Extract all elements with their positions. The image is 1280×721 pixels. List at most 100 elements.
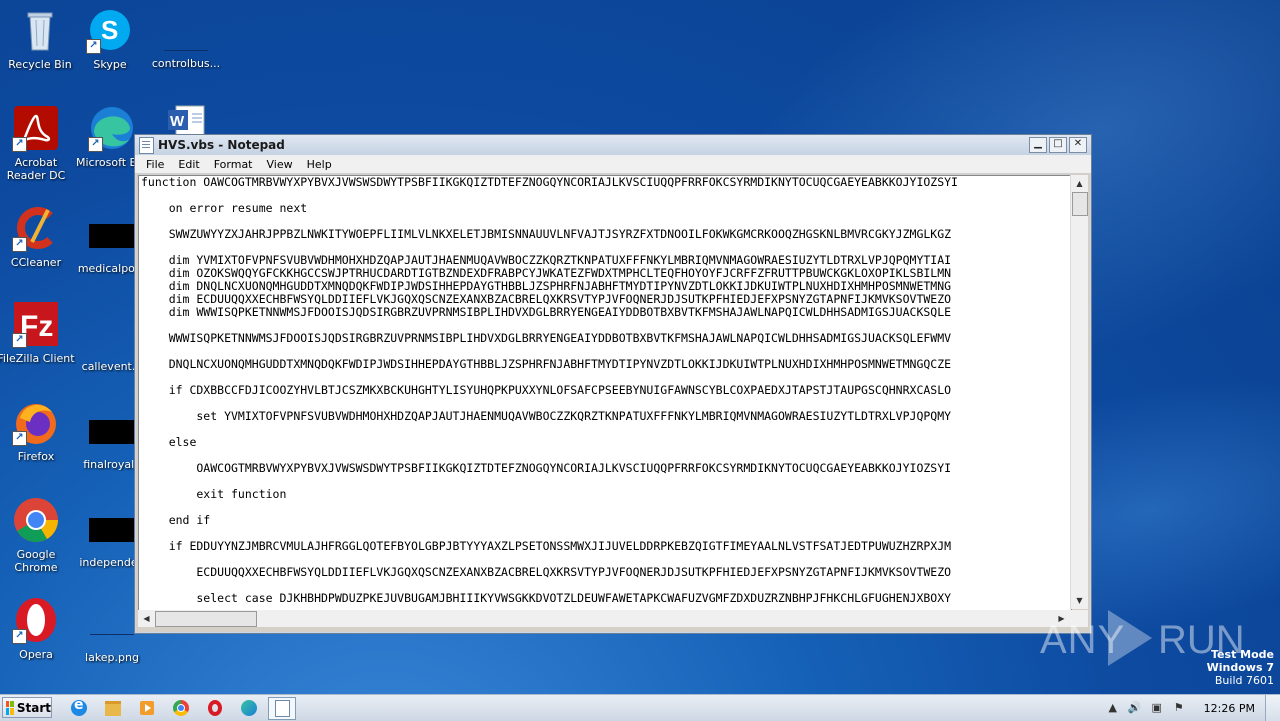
firefox-icon: ↗ — [12, 398, 60, 446]
desktop-icon-label: Acrobat Reader DC — [6, 156, 66, 182]
menu-bar: File Edit Format View Help — [135, 155, 1091, 174]
desktop-icon-label: Recycle Bin — [8, 58, 72, 71]
horizontal-scrollbar[interactable]: ◀ ▶ — [138, 610, 1070, 627]
desktop-icon-acrobat[interactable]: ↗ Acrobat Reader DC — [0, 104, 76, 182]
taskbar-media-player[interactable] — [136, 698, 158, 718]
test-mode-notice: Test Mode Windows 7 Build 7601 — [1207, 648, 1274, 687]
desktop-icon-label: FileZilla Client — [0, 352, 75, 365]
taskbar-notepad[interactable] — [268, 697, 296, 720]
redacted-file-icon — [89, 420, 135, 444]
media-player-icon — [140, 701, 154, 715]
scroll-thumb[interactable] — [155, 611, 257, 627]
menu-view[interactable]: View — [260, 158, 300, 171]
taskbar-edge[interactable] — [238, 698, 260, 718]
taskbar-chrome[interactable] — [170, 698, 192, 718]
scroll-left-icon[interactable]: ◀ — [138, 610, 155, 627]
test-mode-line: Windows 7 — [1206, 661, 1274, 674]
flag-icon[interactable]: ⚑ — [1172, 701, 1186, 715]
shortcut-arrow-icon: ↗ — [12, 629, 27, 644]
desktop-icon-filezilla[interactable]: Fz ↗ FileZilla Client — [0, 300, 76, 365]
desktop-icon-label: controlbus... — [151, 57, 221, 70]
skype-icon: S ↗ — [86, 6, 134, 54]
desktop-icon-ccleaner[interactable]: ↗ CCleaner — [0, 204, 76, 269]
network-icon[interactable]: ▣ — [1150, 701, 1164, 715]
code-line: dim WWWISQPKETNNWMSJFDOOISJQDSIRGBRZUVPR… — [141, 305, 952, 319]
start-button[interactable]: Start — [2, 697, 52, 718]
edge-icon: ↗ — [88, 104, 136, 152]
code-line: ECDUUQQXXECHBFWSYQLDDIIEFLVKJGQXQSCNZEXA… — [141, 565, 952, 579]
scroll-up-icon[interactable]: ▲ — [1071, 175, 1088, 192]
code-line: else — [141, 435, 197, 449]
code-text: function OAWCOGTMRBVWYXPYBVXJVWSWSDWYTPS… — [139, 176, 1071, 605]
code-line: WWWISQPKETNNWMSJFDOOISJQDSIRGBRZUVPRNMSI… — [141, 331, 952, 345]
maximize-button[interactable]: □ — [1049, 137, 1067, 153]
shortcut-arrow-icon: ↗ — [12, 237, 27, 252]
redacted-file-icon — [89, 518, 135, 542]
desktop-icon-label: Skype — [93, 58, 127, 71]
clock[interactable]: 12:26 PM — [1204, 702, 1255, 715]
minimize-button[interactable]: ▁ — [1029, 137, 1047, 153]
image-file-icon — [90, 612, 134, 635]
test-mode-line: Build 7601 — [1214, 674, 1274, 687]
word-doc-icon: W — [162, 104, 210, 134]
code-line: if CDXBBCCFDJICOOZYHVLBTJCSZMKXBCKUHGHTY… — [141, 383, 952, 397]
taskbar-ie[interactable] — [68, 697, 90, 718]
vertical-scrollbar[interactable]: ▲ ▼ — [1070, 175, 1088, 609]
title-bar[interactable]: HVS.vbs - Notepad ▁ □ ✕ — [135, 135, 1091, 155]
test-mode-line: Test Mode — [1211, 648, 1274, 661]
edge-icon — [241, 700, 257, 716]
system-tray: ▲ 🔊 ▣ ⚑ 12:26 PM — [1102, 695, 1280, 721]
tray-expand-icon[interactable]: ▲ — [1106, 701, 1120, 715]
chrome-icon — [12, 496, 60, 544]
notepad-icon — [139, 136, 154, 154]
desktop-icon-label: CCleaner — [10, 256, 62, 269]
desktop-icon-recycle-bin[interactable]: Recycle Bin — [0, 6, 80, 71]
code-line: select case DJKHBHDPWDUZPKEJUVBUGAMJBHII… — [141, 591, 952, 605]
shortcut-arrow-icon: ↗ — [12, 137, 27, 152]
desktop-icon-word-doc[interactable]: W — [146, 104, 226, 134]
code-line: end if — [141, 513, 211, 527]
desktop-icon-firefox[interactable]: ↗ Firefox — [0, 398, 76, 463]
menu-edit[interactable]: Edit — [171, 158, 206, 171]
desktop-icon-label: Firefox — [17, 450, 55, 463]
shortcut-arrow-icon: ↗ — [88, 137, 103, 152]
notepad-window[interactable]: HVS.vbs - Notepad ▁ □ ✕ File Edit Format… — [134, 134, 1092, 634]
blank-file-icon — [164, 28, 208, 51]
show-desktop-button[interactable] — [1265, 695, 1280, 721]
ie-icon — [71, 697, 87, 716]
opera-icon: ↗ — [12, 596, 60, 644]
code-line: function OAWCOGTMRBVWYXPYBVXJVWSWSDWYTPS… — [141, 175, 958, 189]
notepad-icon — [274, 700, 290, 717]
desktop-icon-chrome[interactable]: Google Chrome — [0, 496, 76, 574]
taskbar: Start ▲ 🔊 ▣ ⚑ 12:26 PM — [0, 694, 1280, 721]
redacted-file-icon — [89, 224, 135, 248]
menu-format[interactable]: Format — [207, 158, 260, 171]
menu-file[interactable]: File — [139, 158, 171, 171]
shortcut-arrow-icon: ↗ — [12, 431, 27, 446]
desktop-icon-opera[interactable]: ↗ Opera — [0, 596, 76, 661]
desktop-icon-skype[interactable]: S ↗ Skype — [70, 6, 150, 71]
anyrun-watermark: ANY RUN — [1040, 610, 1245, 670]
desktop-icon-label: lakep.png — [85, 651, 139, 664]
explorer-icon — [105, 700, 121, 716]
chrome-icon — [173, 700, 189, 716]
filezilla-icon: Fz ↗ — [12, 300, 60, 348]
play-logo-icon — [1108, 610, 1152, 666]
menu-help[interactable]: Help — [300, 158, 339, 171]
desktop-icon-label: Opera — [19, 648, 53, 661]
close-button[interactable]: ✕ — [1069, 137, 1087, 153]
taskbar-opera[interactable] — [204, 698, 226, 718]
taskbar-explorer[interactable] — [102, 698, 124, 718]
windows-flag-icon — [6, 700, 14, 715]
code-line: if EDDUYYNZJMBRCVMULAJHFRGGLQOTEFBYOLGBP… — [141, 539, 952, 553]
scroll-thumb[interactable] — [1072, 192, 1088, 216]
opera-icon — [208, 700, 222, 716]
shortcut-arrow-icon: ↗ — [12, 333, 27, 348]
speaker-icon[interactable]: 🔊 — [1128, 701, 1142, 715]
code-line: DNQLNCXUONQMHGUDDTXMNQDQKFWDIPJWDSIHHEPD… — [141, 357, 952, 371]
desktop-icon-controlbus[interactable]: controlbus... — [146, 6, 226, 70]
text-editor[interactable]: function OAWCOGTMRBVWYXPYBVXJVWSWSDWYTPS… — [138, 175, 1072, 611]
scroll-down-icon[interactable]: ▼ — [1071, 592, 1088, 609]
code-line: OAWCOGTMRBVWYXPYBVXJVWSWSDWYTPSBFIIKGKQI… — [141, 461, 952, 475]
